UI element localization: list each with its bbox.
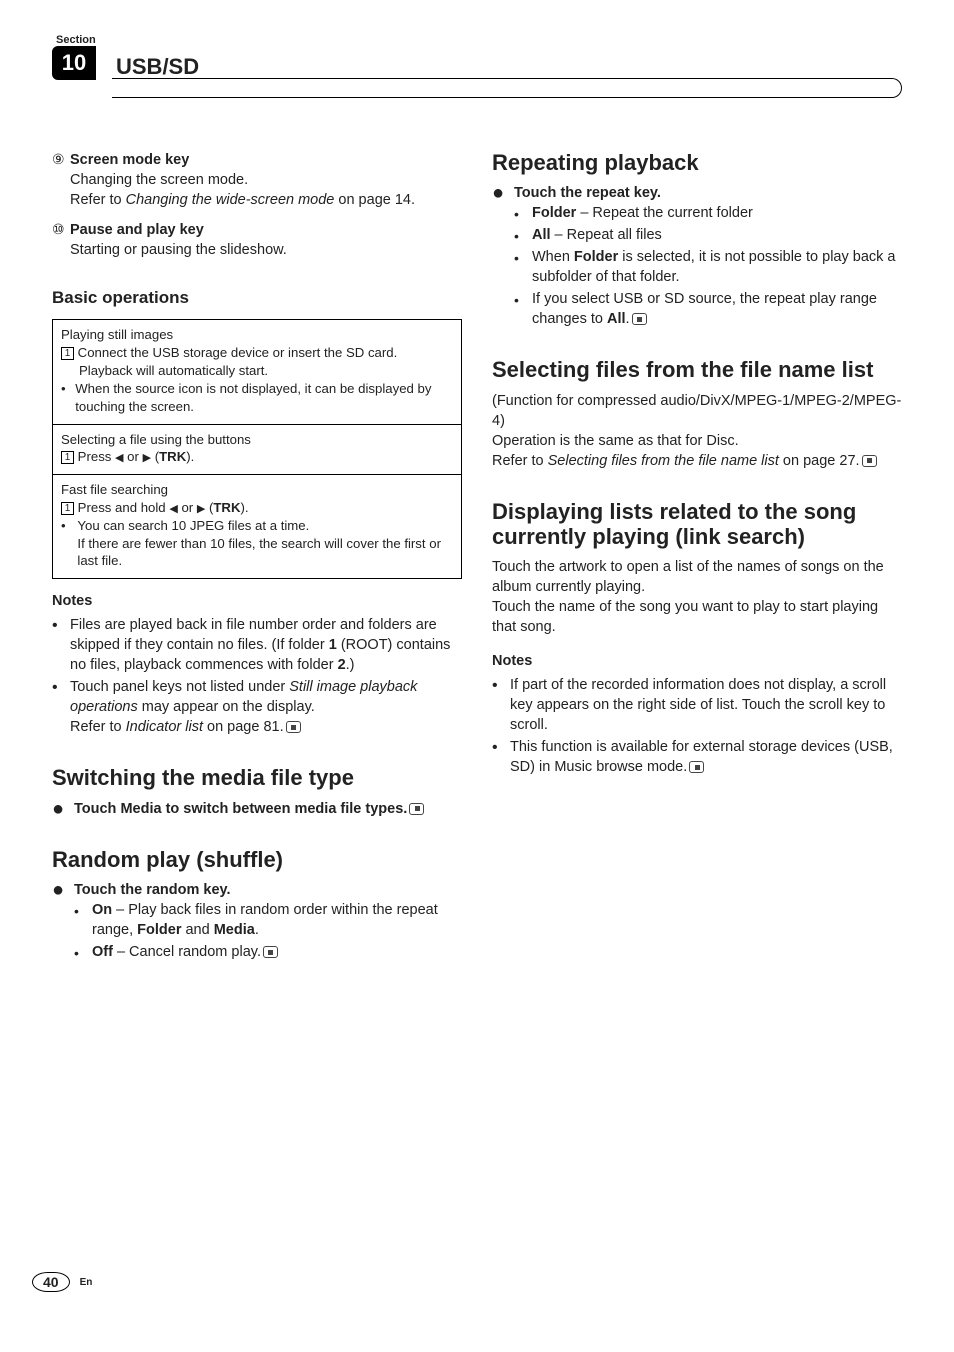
notes-heading-r: Notes <box>492 651 902 671</box>
page-lang: En <box>80 1277 93 1288</box>
box-still: Playing still images 1 Connect the USB s… <box>53 320 461 424</box>
right-column: Repeating playback ●Touch the repeat key… <box>492 150 902 964</box>
note-r2: •This function is available for external… <box>492 737 902 777</box>
rep-note2: •If you select USB or SD source, the rep… <box>514 289 902 329</box>
notes-list-l: •Files are played back in file number or… <box>52 615 462 737</box>
box3-step: 1 Press and hold ◀ or ▶ (TRK). <box>61 499 453 517</box>
section-title: USB/SD <box>116 54 199 83</box>
columns: ⑨ Screen mode key Changing the screen mo… <box>52 150 902 964</box>
notes-list-r: •If part of the recorded information doe… <box>492 675 902 777</box>
step1-icon: 1 <box>61 347 74 360</box>
box2-title: Selecting a file using the buttons <box>61 431 453 449</box>
h-basic-ops: Basic operations <box>52 286 462 309</box>
rep-folder: •Folder – Repeat the current folder <box>514 203 902 223</box>
i9-l2: Refer to Changing the wide-screen mode o… <box>70 190 462 210</box>
section-title-holder: USB/SD <box>116 54 199 80</box>
circled-10-icon: ⑩ <box>52 220 70 260</box>
note-r1: •If part of the recorded information doe… <box>492 675 902 735</box>
section-number: 10 <box>62 50 86 76</box>
box3-bul: •You can search 10 JPEG files at a time.… <box>61 517 453 570</box>
h-selecting: Selecting files from the file name list <box>492 357 902 382</box>
circled-9-icon: ⑨ <box>52 150 70 210</box>
note-l2: •Touch panel keys not listed under Still… <box>52 677 462 737</box>
disp-1: Touch the artwork to open a list of the … <box>492 557 902 597</box>
step1c-icon: 1 <box>61 502 74 515</box>
section-header: Section 10 USB/SD <box>52 36 902 80</box>
disp-2: Touch the name of the song you want to p… <box>492 597 902 637</box>
i9-title: Screen mode key <box>70 150 462 170</box>
repeat-list: •Folder – Repeat the current folder •All… <box>514 203 902 329</box>
box-fast: Fast file searching 1 Press and hold ◀ o… <box>53 475 461 578</box>
sel-3: Refer to Selecting files from the file n… <box>492 451 902 471</box>
random-lead: ●Touch the random key. <box>52 880 462 900</box>
page-footer: 40 En <box>32 1272 92 1292</box>
end-mark-icon <box>689 761 704 773</box>
i10-title: Pause and play key <box>70 220 462 240</box>
section-num-badge: 10 <box>52 46 96 80</box>
end-mark-icon <box>286 721 301 733</box>
header-rule <box>112 78 902 98</box>
i10-l1: Starting or pausing the slideshow. <box>70 240 462 260</box>
notes-heading-l: Notes <box>52 591 462 611</box>
left-column: ⑨ Screen mode key Changing the screen mo… <box>52 150 462 964</box>
h-switching: Switching the media file type <box>52 765 462 790</box>
item-10: ⑩ Pause and play key Starting or pausing… <box>52 220 462 260</box>
random-list: •On – Play back files in random order wi… <box>74 900 462 962</box>
box1-bul: •When the source icon is not displayed, … <box>61 380 453 416</box>
sel-1: (Function for compressed audio/DivX/MPEG… <box>492 391 902 431</box>
page-number: 40 <box>32 1272 70 1292</box>
item-9: ⑨ Screen mode key Changing the screen mo… <box>52 150 462 210</box>
i9-l1: Changing the screen mode. <box>70 170 462 190</box>
h-repeating: Repeating playback <box>492 150 902 175</box>
random-off: •Off – Cancel random play. <box>74 942 462 962</box>
box1-step: 1 Connect the USB storage device or inse… <box>61 344 453 362</box>
switch-lead: ●Touch Media to switch between media fil… <box>52 799 462 819</box>
box3-title: Fast file searching <box>61 481 453 499</box>
random-on: •On – Play back files in random order wi… <box>74 900 462 940</box>
rep-all: •All – Repeat all files <box>514 225 902 245</box>
box-select: Selecting a file using the buttons 1 Pre… <box>53 425 461 476</box>
h-random: Random play (shuffle) <box>52 847 462 872</box>
rep-note1: •When Folder is selected, it is not poss… <box>514 247 902 287</box>
step1b-icon: 1 <box>61 451 74 464</box>
end-mark-icon <box>632 313 647 325</box>
page-root: Section 10 USB/SD ⑨ Screen mode key Chan… <box>0 0 954 994</box>
end-mark-icon <box>263 946 278 958</box>
h-displaying: Displaying lists related to the song cur… <box>492 499 902 550</box>
end-mark-icon <box>409 803 424 815</box>
sel-2: Operation is the same as that for Disc. <box>492 431 902 451</box>
note-l1: •Files are played back in file number or… <box>52 615 462 675</box>
section-label: Section <box>56 34 96 46</box>
end-mark-icon <box>862 455 877 467</box>
box1-l2: Playback will automatically start. <box>61 362 453 380</box>
repeat-lead: ●Touch the repeat key. <box>492 183 902 203</box>
box2-step: 1 Press ◀ or ▶ (TRK). <box>61 448 453 466</box>
box1-title: Playing still images <box>61 326 453 344</box>
basic-box: Playing still images 1 Connect the USB s… <box>52 319 462 579</box>
